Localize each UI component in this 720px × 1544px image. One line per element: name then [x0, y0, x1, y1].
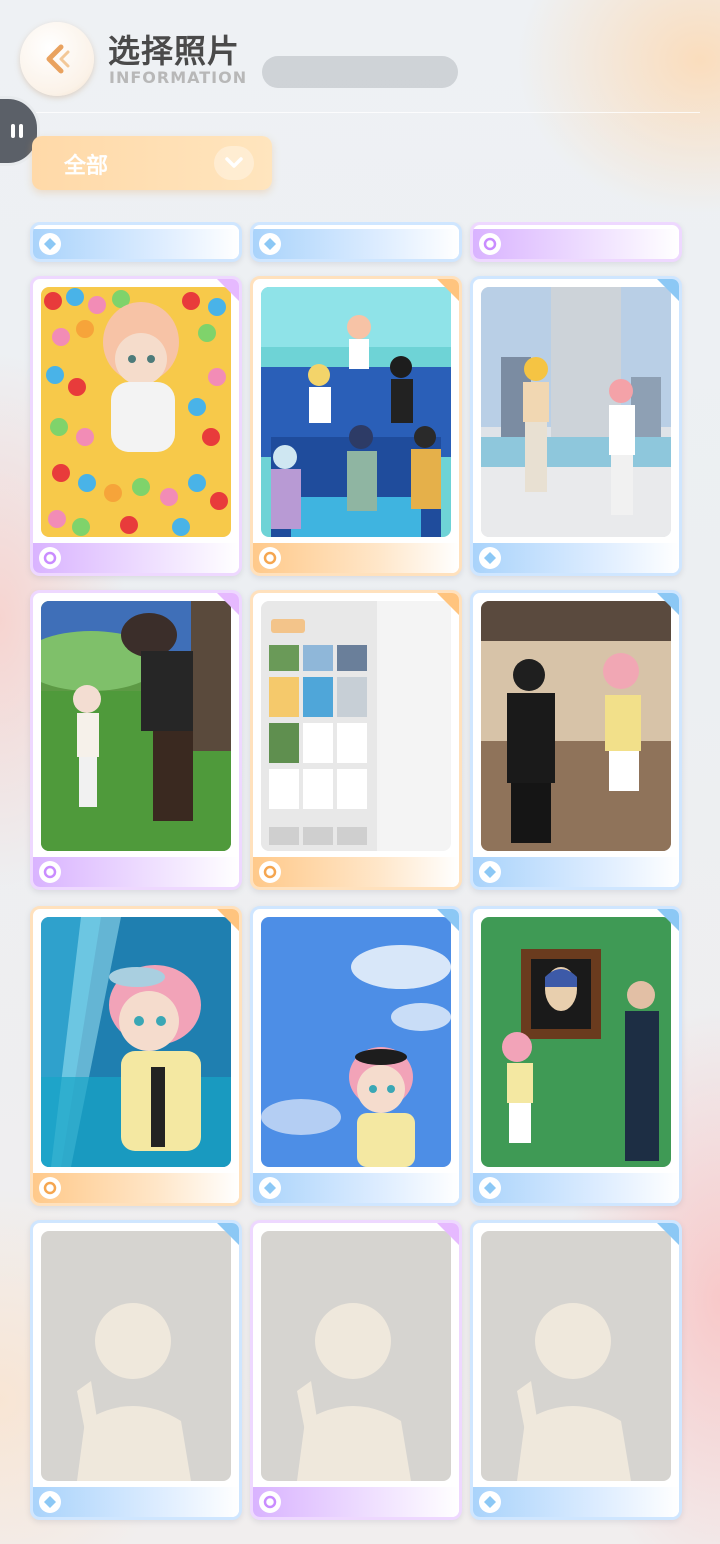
header-divider	[20, 112, 700, 113]
card-footer-strip	[253, 229, 459, 259]
photo-thumbnail	[41, 287, 231, 537]
card-footer-strip	[253, 857, 459, 887]
empty-photo-slot[interactable]	[250, 1220, 462, 1520]
chevron-down-icon	[214, 146, 254, 180]
empty-photo-slot[interactable]	[470, 1220, 682, 1520]
card-footer-strip	[253, 1487, 459, 1517]
diamond-badge-icon	[479, 547, 501, 569]
card-footer-strip	[473, 543, 679, 573]
card-footer-strip	[33, 543, 239, 573]
swirl-badge-icon	[39, 547, 61, 569]
swirl-badge-icon	[259, 1491, 281, 1513]
photo-card[interactable]	[30, 276, 242, 576]
photo-card[interactable]	[250, 276, 462, 576]
photo-card[interactable]	[250, 906, 462, 1206]
photo-thumbnail	[481, 917, 671, 1167]
header: 选择照片 INFORMATION	[0, 0, 720, 125]
card-footer-strip	[253, 1173, 459, 1203]
card-footer-strip	[33, 1487, 239, 1517]
photo-thumbnail	[261, 287, 451, 537]
photo-thumbnail	[41, 601, 231, 851]
photo-thumbnail	[261, 601, 451, 851]
swirl-badge-icon	[259, 861, 281, 883]
empty-photo-slot[interactable]	[30, 1220, 242, 1520]
photo-card[interactable]	[250, 590, 462, 890]
card-footer-strip	[473, 1487, 679, 1517]
diamond-badge-icon	[39, 233, 61, 255]
filter-selected-label: 全部	[64, 154, 109, 179]
photo-thumbnail	[481, 287, 671, 537]
placeholder-silhouette	[41, 1231, 231, 1481]
photo-card[interactable]	[30, 222, 242, 262]
photo-grid[interactable]	[0, 222, 720, 1544]
category-filter-dropdown[interactable]: 全部	[32, 136, 272, 190]
card-footer-strip	[33, 1173, 239, 1203]
photo-thumbnail	[481, 601, 671, 851]
photo-card[interactable]	[470, 906, 682, 1206]
card-footer-strip	[473, 1173, 679, 1203]
diamond-badge-icon	[259, 1177, 281, 1199]
photo-thumbnail	[261, 917, 451, 1167]
placeholder-silhouette	[481, 1231, 671, 1481]
diamond-badge-icon	[39, 1491, 61, 1513]
photo-card[interactable]	[30, 590, 242, 890]
status-pill	[262, 56, 458, 88]
pause-icon	[11, 124, 23, 138]
photo-card[interactable]	[470, 590, 682, 890]
diamond-badge-icon	[479, 1177, 501, 1199]
card-footer-strip	[253, 543, 459, 573]
diamond-badge-icon	[259, 233, 281, 255]
swirl-badge-icon	[39, 861, 61, 883]
photo-card[interactable]	[30, 906, 242, 1206]
photo-thumbnail	[41, 917, 231, 1167]
swirl-badge-icon	[479, 233, 501, 255]
back-arrow-icon	[46, 44, 70, 74]
card-footer-strip	[33, 857, 239, 887]
diamond-badge-icon	[479, 861, 501, 883]
photo-card[interactable]	[250, 222, 462, 262]
diamond-badge-icon	[479, 1491, 501, 1513]
page-title: 选择照片	[108, 32, 241, 70]
card-footer-strip	[473, 857, 679, 887]
swirl-badge-icon	[259, 547, 281, 569]
back-button[interactable]	[20, 22, 94, 96]
placeholder-silhouette	[261, 1231, 451, 1481]
swirl-badge-icon	[39, 1177, 61, 1199]
card-footer-strip	[33, 229, 239, 259]
photo-card[interactable]	[470, 276, 682, 576]
page-subtitle: INFORMATION	[109, 68, 248, 87]
photo-card[interactable]	[470, 222, 682, 262]
card-footer-strip	[473, 229, 679, 259]
